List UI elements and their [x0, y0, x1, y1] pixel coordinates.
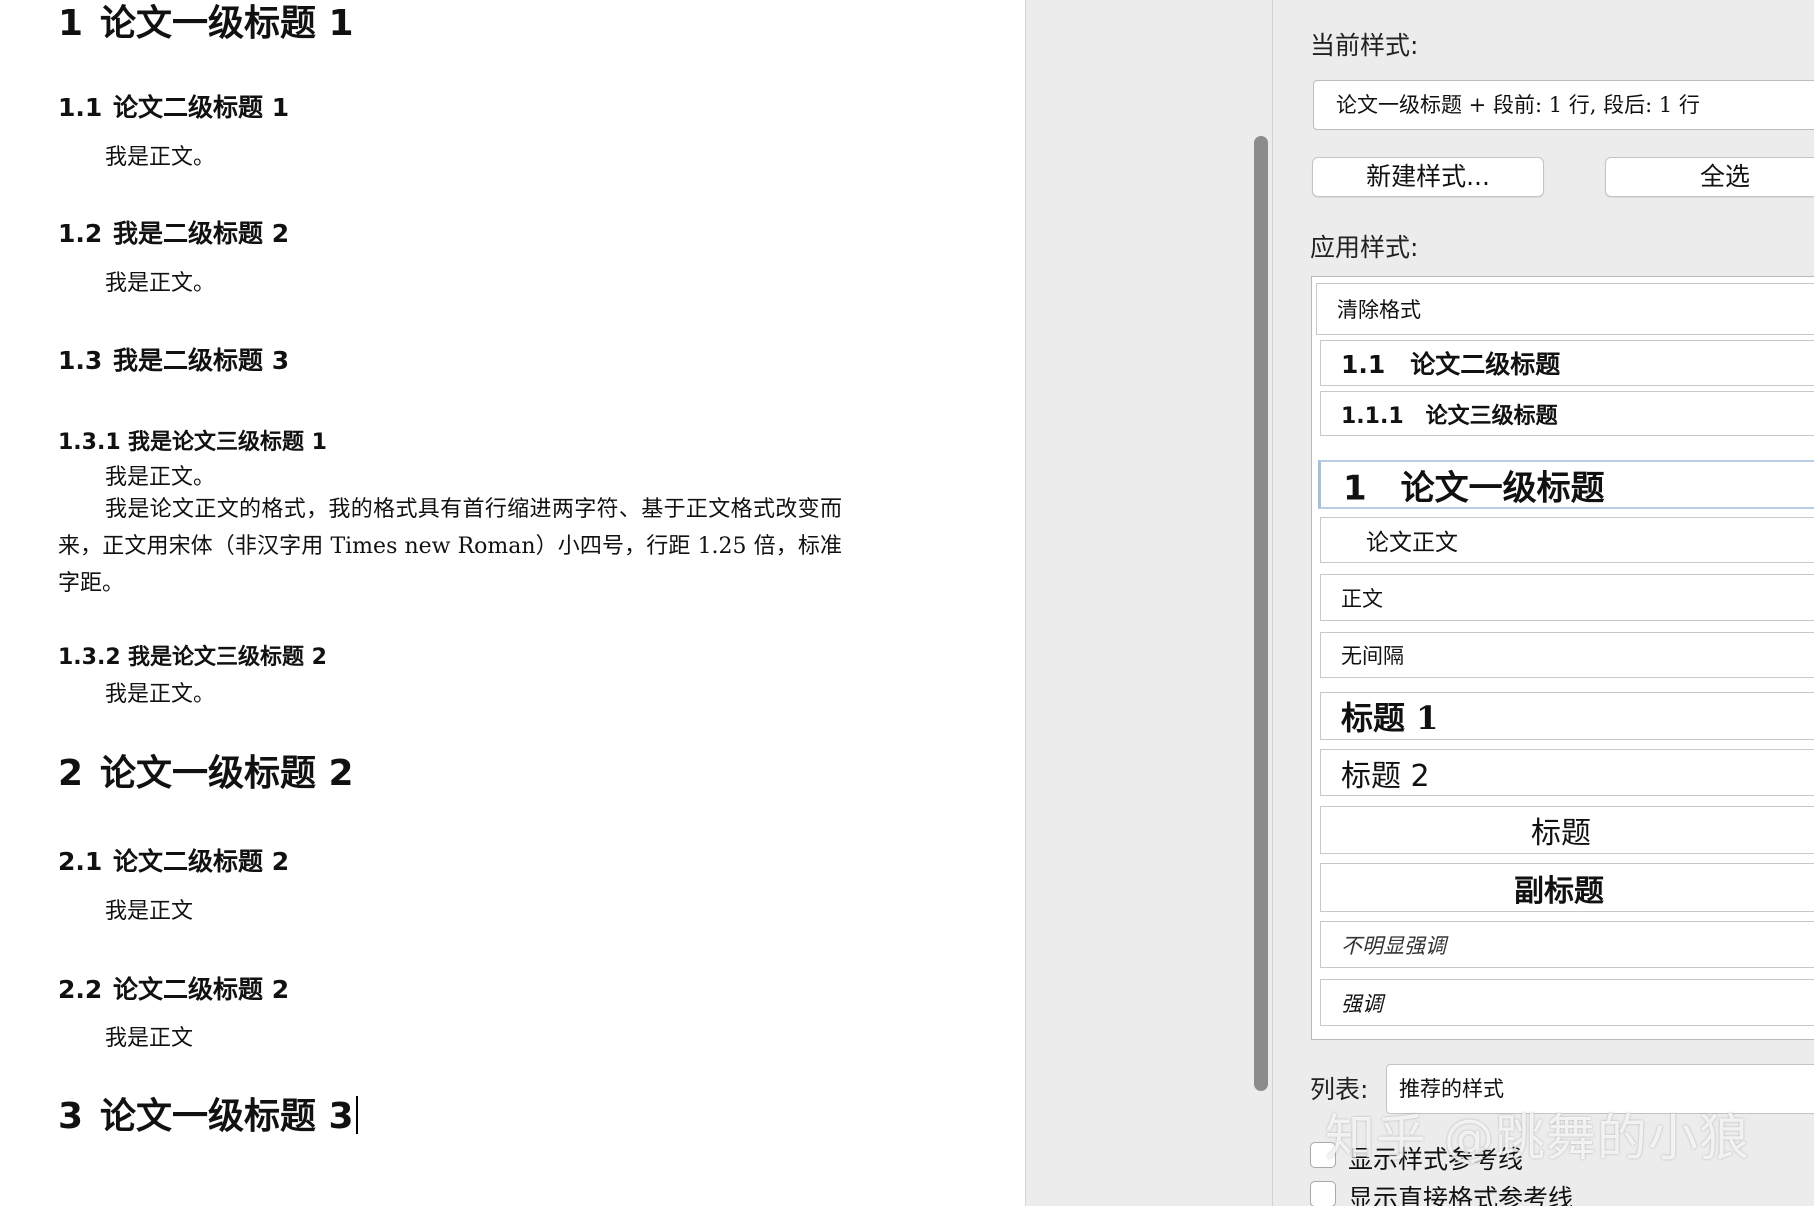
heading-text: 论文二级标题 1: [113, 93, 290, 122]
style-item-no-spacing[interactable]: 无间隔: [1320, 632, 1814, 678]
style-item-thesis-heading-3[interactable]: 1.1.1 论文三级标题: [1320, 391, 1814, 436]
heading-text: 论文二级标题 2: [113, 847, 290, 876]
style-item-label: 论文正文: [1366, 530, 1458, 556]
style-item-label: 正文: [1341, 586, 1383, 611]
style-item-label: 强调: [1341, 991, 1383, 1016]
body-paragraph[interactable]: 我是论文正文的格式，我的格式具有首行缩进两字符、基于正文格式改变而来，正文用宋体…: [58, 491, 842, 602]
style-item-label: 标题 2: [1341, 758, 1430, 794]
heading-2[interactable]: 1.3 我是二级标题 3: [58, 341, 289, 377]
body-text[interactable]: 我是正文。: [105, 139, 215, 171]
style-item-thesis-heading-1[interactable]: 1 论文一级标题: [1318, 460, 1814, 509]
text-cursor: [355, 1096, 358, 1134]
gutter: [1025, 0, 1273, 1206]
heading-number: 1.3.2: [58, 645, 121, 670]
list-label: 列表:: [1310, 1075, 1369, 1104]
document-page[interactable]: 1 论文一级标题 1 1.1 论文二级标题 1 我是正文。 1.2 我是二级标题 2 …: [0, 0, 1025, 1206]
show-direct-format-guides-label: 显示直接格式参考线: [1348, 1184, 1574, 1206]
style-item-thesis-body[interactable]: 论文正文: [1320, 517, 1814, 563]
heading-number: 1.3: [58, 346, 103, 375]
style-item-subtle-emphasis[interactable]: 不明显强调: [1320, 921, 1814, 968]
heading-number: 1: [58, 3, 84, 44]
current-style-field[interactable]: 论文一级标题 + 段前: 1 行, 段后: 1 行 ◀: [1313, 80, 1814, 130]
body-text[interactable]: 我是正文: [105, 1020, 193, 1052]
heading-1[interactable]: 3 论文一级标题 3: [58, 1087, 358, 1139]
body-text[interactable]: 我是正文。: [105, 265, 215, 297]
current-style-label: 当前样式:: [1310, 31, 1419, 60]
style-item-thesis-heading-2[interactable]: 1.1 论文二级标题: [1320, 340, 1814, 386]
heading-text: 论文二级标题 2: [113, 975, 290, 1004]
new-style-button[interactable]: 新建样式...: [1312, 157, 1544, 197]
body-text[interactable]: 我是正文: [105, 893, 193, 925]
heading-3[interactable]: 1.3.1 我是论文三级标题 1: [58, 424, 327, 456]
body-text[interactable]: 我是正文。: [105, 676, 215, 708]
heading-2[interactable]: 2.2 论文二级标题 2: [58, 970, 289, 1006]
heading-1[interactable]: 1 论文一级标题 1: [58, 0, 354, 46]
style-item-label: 标题 1: [1341, 699, 1439, 737]
style-item-label: 无间隔: [1341, 644, 1404, 668]
apply-style-label: 应用样式:: [1310, 233, 1419, 262]
heading-number: 1.3.1: [58, 430, 121, 455]
heading-text: 我是论文三级标题 2: [128, 645, 327, 670]
current-style-value: 论文一级标题 + 段前: 1 行, 段后: 1 行: [1336, 93, 1700, 117]
heading-2[interactable]: 2.1 论文二级标题 2: [58, 842, 289, 878]
style-item-clear-formatting[interactable]: 清除格式: [1316, 283, 1814, 335]
style-item-subtitle[interactable]: 副标题: [1320, 863, 1814, 912]
style-item-label: 标题: [1531, 816, 1591, 851]
heading-number: 3: [58, 1096, 84, 1137]
styles-pane: 当前样式: 论文一级标题 + 段前: 1 行, 段后: 1 行 ◀ 新建样式..…: [1273, 0, 1814, 1206]
show-style-guides-label: 显示样式参考线: [1348, 1145, 1524, 1174]
heading-3[interactable]: 1.3.2 我是论文三级标题 2: [58, 639, 327, 671]
heading-text: 论文一级标题 1: [100, 3, 354, 44]
heading-number: 2.2: [58, 975, 103, 1004]
style-item-label: 清除格式: [1337, 298, 1421, 322]
style-item-heading-2[interactable]: 标题 2: [1320, 749, 1814, 796]
style-list: 清除格式 1.1 论文二级标题 1.1.1 论文三级标题 1 论文一级标题 论文…: [1311, 276, 1814, 1040]
heading-1[interactable]: 2 论文一级标题 2: [58, 744, 354, 796]
style-item-normal[interactable]: 正文: [1320, 574, 1814, 621]
heading-text: 我是二级标题 2: [113, 219, 290, 248]
scrollbar-thumb[interactable]: [1254, 136, 1268, 1091]
body-text[interactable]: 我是正文。: [105, 459, 215, 491]
show-direct-format-guides-checkbox[interactable]: [1310, 1181, 1336, 1206]
style-item-emphasis[interactable]: 强调: [1320, 979, 1814, 1026]
list-select[interactable]: 推荐的样式: [1386, 1064, 1814, 1114]
heading-text: 我是论文三级标题 1: [128, 430, 327, 455]
heading-2[interactable]: 1.2 我是二级标题 2: [58, 214, 289, 250]
style-item-label: 不明显强调: [1341, 933, 1446, 958]
style-item-label: 副标题: [1514, 873, 1604, 909]
style-item-label: 1 论文一级标题: [1343, 468, 1605, 508]
show-style-guides-checkbox[interactable]: [1310, 1142, 1336, 1168]
style-item-title[interactable]: 标题: [1320, 806, 1814, 854]
heading-text: 论文一级标题 3: [100, 1096, 354, 1137]
style-item-label: 1.1 论文二级标题: [1341, 350, 1561, 379]
style-item-label: 1.1.1 论文三级标题: [1341, 403, 1558, 429]
heading-2[interactable]: 1.1 论文二级标题 1: [58, 88, 289, 124]
heading-text: 论文一级标题 2: [100, 753, 354, 794]
select-all-button[interactable]: 全选: [1605, 157, 1814, 197]
heading-number: 2.1: [58, 847, 103, 876]
heading-text: 我是二级标题 3: [113, 346, 290, 375]
heading-number: 2: [58, 753, 84, 794]
style-item-heading-1[interactable]: 标题 1: [1320, 692, 1814, 740]
heading-number: 1.2: [58, 219, 103, 248]
heading-number: 1.1: [58, 93, 103, 122]
